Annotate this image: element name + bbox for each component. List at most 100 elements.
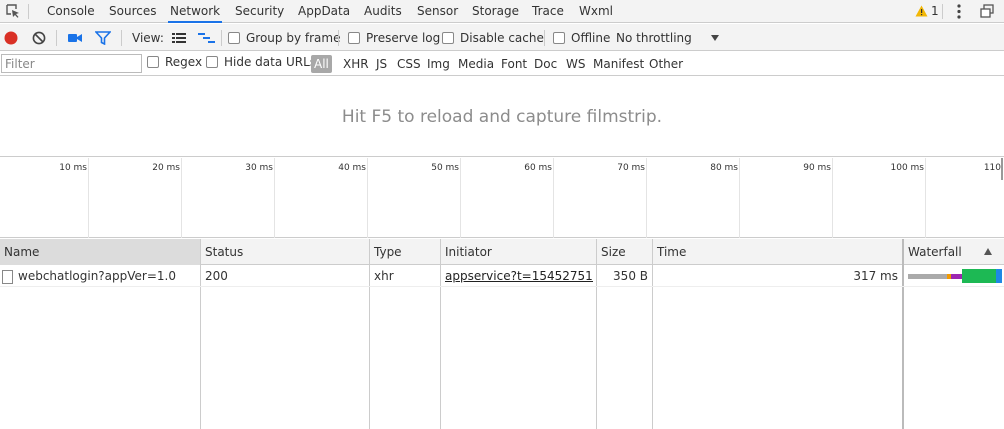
overview-tick-label: 110 bbox=[983, 163, 1001, 173]
filter-type-all[interactable]: All bbox=[311, 55, 332, 73]
overview-tick-label: 30 ms bbox=[245, 163, 273, 173]
filter-type-css[interactable]: CSS bbox=[395, 55, 423, 73]
funnel-icon bbox=[95, 30, 111, 45]
document-icon bbox=[2, 270, 13, 284]
column-header-name[interactable]: Name bbox=[0, 239, 200, 265]
column-header-initiator[interactable]: Initiator bbox=[441, 239, 596, 265]
request-initiator-link[interactable]: appservice?t=154527517… bbox=[445, 266, 593, 287]
filter-toggle-button[interactable] bbox=[95, 24, 111, 51]
request-status: 200 bbox=[205, 269, 228, 283]
tab-trace[interactable]: Trace bbox=[530, 0, 566, 23]
toolbar-divider bbox=[544, 30, 545, 46]
warning-indicator[interactable]: 1 bbox=[915, 3, 939, 19]
checkbox-box bbox=[228, 31, 240, 44]
waterfall-bar-ssl bbox=[951, 274, 962, 279]
column-header-status[interactable]: Status bbox=[201, 239, 369, 265]
filmstrip-area: Hit F5 to reload and capture filmstrip. bbox=[0, 77, 1004, 157]
overview-gridline bbox=[925, 158, 926, 238]
overview-gridline bbox=[832, 158, 833, 238]
overview-gridline bbox=[88, 158, 89, 238]
column-header-type[interactable]: Type bbox=[370, 239, 439, 265]
request-size: 350 B bbox=[613, 269, 648, 283]
filmstrip-message: Hit F5 to reload and capture filmstrip. bbox=[341, 106, 663, 127]
tab-sensor[interactable]: Sensor bbox=[415, 0, 460, 23]
disable-cache-checkbox[interactable]: Disable cache bbox=[442, 24, 544, 51]
column-header-time[interactable]: Time bbox=[653, 239, 901, 265]
overview-gridline bbox=[367, 158, 368, 238]
view-label: View: bbox=[132, 30, 164, 45]
throttling-select[interactable]: No throttling bbox=[616, 24, 720, 51]
overview-tick-label: 40 ms bbox=[338, 163, 366, 173]
tab-sources[interactable]: Sources bbox=[107, 0, 158, 23]
toolbar-divider bbox=[56, 30, 57, 46]
dropdown-arrow-icon bbox=[710, 34, 719, 41]
filter-input[interactable] bbox=[1, 54, 142, 73]
filter-type-xhr[interactable]: XHR bbox=[341, 55, 371, 73]
timeline-overview[interactable]: 10 ms 20 ms 30 ms 40 ms 50 ms 60 ms 70 ms 80 ms… bbox=[0, 158, 1004, 238]
filter-type-manifest[interactable]: Manifest bbox=[591, 55, 646, 73]
filter-type-js[interactable]: JS bbox=[374, 55, 389, 73]
filter-type-ws[interactable]: WS bbox=[564, 55, 587, 73]
filter-type-img[interactable]: Img bbox=[425, 55, 452, 73]
request-table-header: Name Status Type Initiator Size Time Wat… bbox=[0, 239, 1004, 265]
overview-tick-label: 10 ms bbox=[59, 163, 87, 173]
checkbox-box bbox=[348, 31, 360, 44]
filter-type-doc[interactable]: Doc bbox=[532, 55, 559, 73]
tab-storage[interactable]: Storage bbox=[470, 0, 521, 23]
overview-tick-label: 70 ms bbox=[617, 163, 645, 173]
group-by-frame-checkbox[interactable]: Group by frame bbox=[228, 24, 340, 51]
panel-tab-bar: Console Sources Network Security AppData Audi… bbox=[0, 0, 1004, 23]
checkbox-box bbox=[442, 31, 454, 44]
tab-wxml[interactable]: Wxml bbox=[577, 0, 615, 23]
filter-type-media[interactable]: Media bbox=[456, 55, 496, 73]
request-type: xhr bbox=[374, 269, 394, 283]
offline-checkbox[interactable]: Offline bbox=[553, 24, 610, 51]
waterfall-bar-waiting bbox=[962, 269, 996, 283]
toolbar-divider bbox=[338, 30, 339, 46]
overview-gridline bbox=[553, 158, 554, 238]
preserve-log-checkbox[interactable]: Preserve log bbox=[348, 24, 440, 51]
filter-type-other[interactable]: Other bbox=[647, 55, 685, 73]
checkbox-box bbox=[206, 56, 218, 68]
record-icon bbox=[4, 31, 18, 44]
waterfall-view-icon bbox=[198, 32, 215, 43]
tab-security[interactable]: Security bbox=[233, 0, 286, 23]
request-time: 317 ms bbox=[853, 269, 898, 283]
checkbox-box bbox=[553, 31, 565, 44]
list-view-icon bbox=[172, 32, 186, 43]
undock-window-icon[interactable] bbox=[980, 4, 994, 18]
large-rows-button[interactable] bbox=[172, 24, 186, 51]
record-button[interactable] bbox=[4, 24, 18, 51]
overview-tick-label: 80 ms bbox=[710, 163, 738, 173]
inspect-element-icon[interactable] bbox=[6, 4, 20, 18]
overview-tick-label: 20 ms bbox=[152, 163, 180, 173]
toolbar-divider bbox=[121, 30, 122, 46]
overview-tick-label: 60 ms bbox=[524, 163, 552, 173]
warning-icon bbox=[915, 5, 928, 17]
overview-toggle-button[interactable] bbox=[198, 24, 216, 51]
regex-checkbox[interactable]: Regex bbox=[147, 50, 202, 74]
tab-divider bbox=[942, 4, 943, 19]
clear-icon bbox=[32, 31, 46, 44]
hide-data-urls-checkbox[interactable]: Hide data URLs bbox=[206, 50, 316, 74]
column-header-size[interactable]: Size bbox=[597, 239, 652, 265]
table-row[interactable]: webchatlogin?appVer=1.0 200 xhr appservi… bbox=[0, 266, 1004, 287]
filter-type-font[interactable]: Font bbox=[499, 55, 529, 73]
overview-gridline bbox=[460, 158, 461, 238]
waterfall-bar-stalled bbox=[908, 274, 947, 279]
video-camera-icon bbox=[68, 33, 82, 42]
more-options-icon[interactable] bbox=[952, 3, 966, 20]
sort-ascending-icon[interactable] bbox=[984, 248, 992, 255]
tab-console[interactable]: Console bbox=[45, 0, 97, 23]
tab-audits[interactable]: Audits bbox=[362, 0, 404, 23]
warning-count: 1 bbox=[931, 4, 939, 18]
overview-gridline bbox=[739, 158, 740, 238]
clear-button[interactable] bbox=[32, 24, 46, 51]
request-name[interactable]: webchatlogin?appVer=1.0 bbox=[18, 266, 198, 287]
tab-network[interactable]: Network bbox=[168, 0, 223, 23]
capture-screenshots-button[interactable] bbox=[67, 24, 83, 51]
tab-appdata[interactable]: AppData bbox=[296, 0, 352, 23]
overview-gridline bbox=[274, 158, 275, 238]
toolbar-divider bbox=[221, 30, 222, 46]
waterfall-bar-download bbox=[996, 269, 1002, 283]
